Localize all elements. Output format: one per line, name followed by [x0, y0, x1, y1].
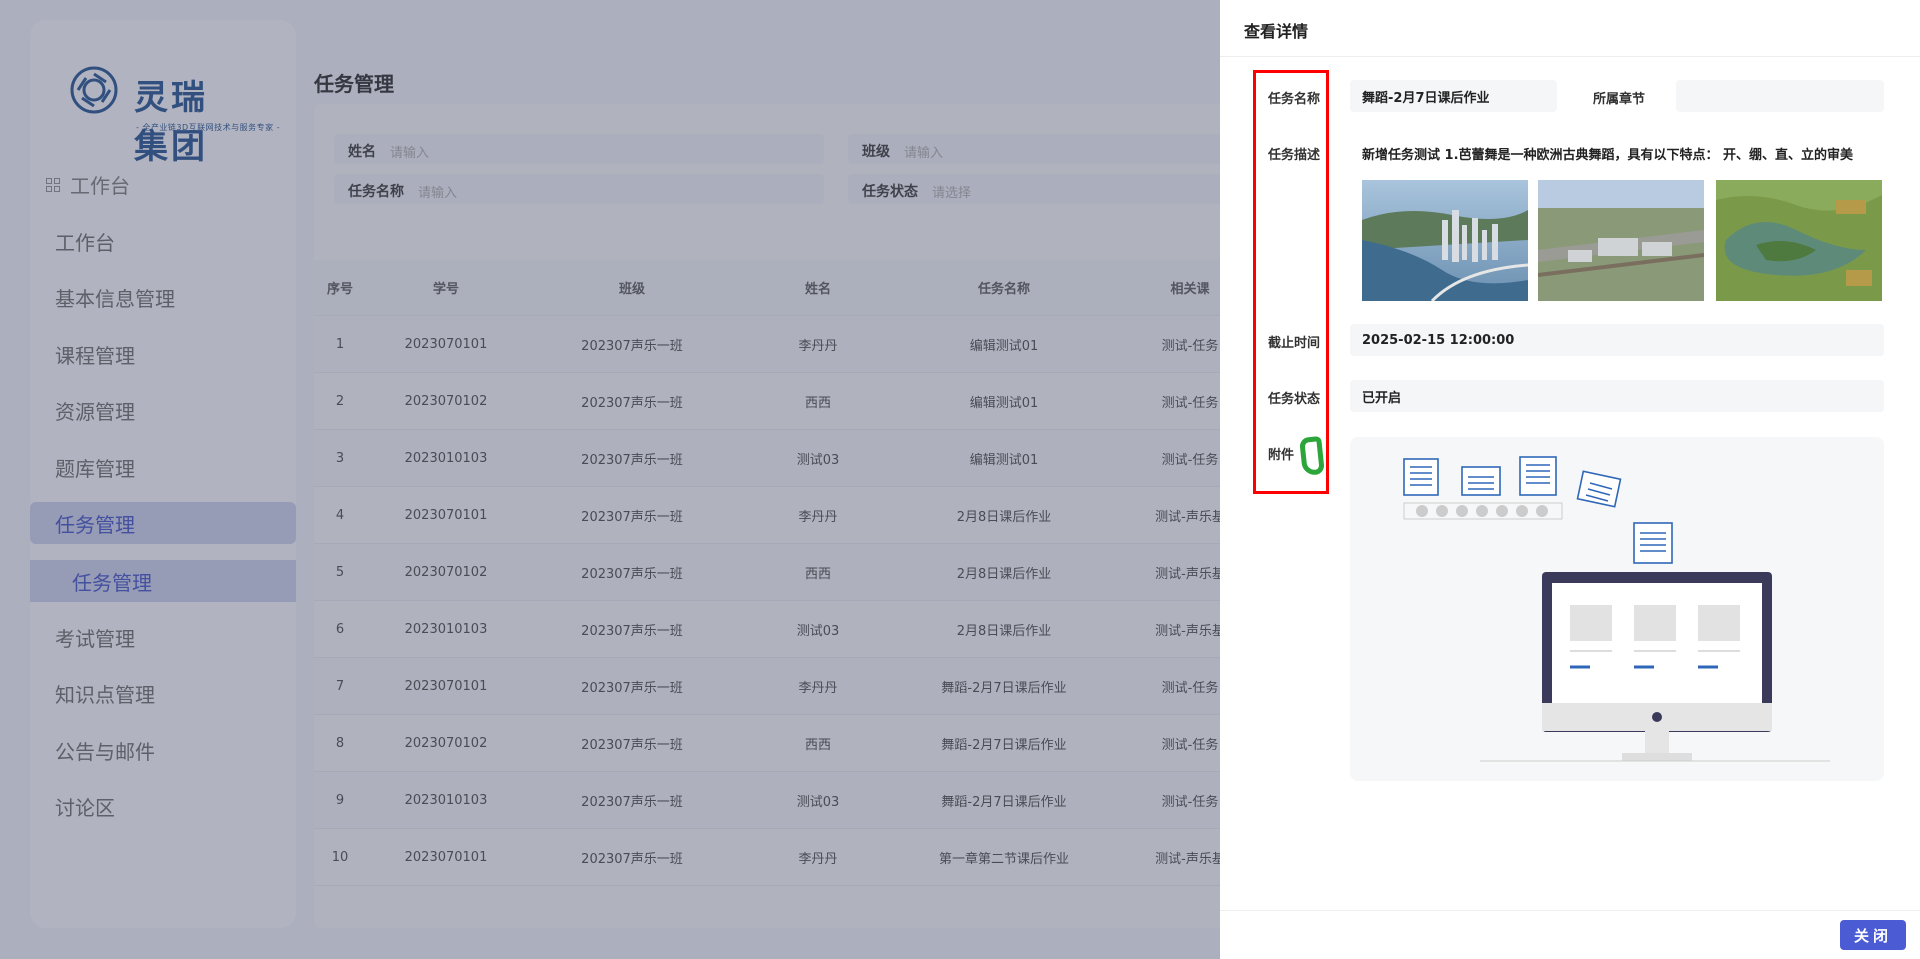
chapter-label: 所属章节: [1593, 92, 1646, 107]
close-button[interactable]: 关闭: [1840, 920, 1906, 950]
desc-image-campus[interactable]: [1538, 180, 1704, 301]
attachment-preview[interactable]: [1350, 437, 1884, 781]
annotation-red-box: [1253, 70, 1329, 494]
status-value: 已开启: [1350, 380, 1884, 412]
desc-image-wetland[interactable]: [1716, 180, 1882, 301]
desc-image-city[interactable]: [1362, 180, 1528, 301]
attachment-illustration-icon: [1403, 456, 1830, 762]
deadline-value: 2025-02-15 12:00:00: [1350, 324, 1884, 356]
desc-value: 新增任务测试 1.芭蕾舞是一种欧洲古典舞蹈，具有以下特点： 开、绷、直、立的审美: [1362, 148, 1854, 163]
chapter-value: [1676, 80, 1884, 112]
drawer-title: 查看详情: [1244, 22, 1309, 41]
drawer-footer-divider: [1220, 910, 1920, 911]
drawer-header-divider: [1220, 56, 1920, 57]
task-name-value: 舞蹈-2月7日课后作业: [1350, 80, 1557, 112]
